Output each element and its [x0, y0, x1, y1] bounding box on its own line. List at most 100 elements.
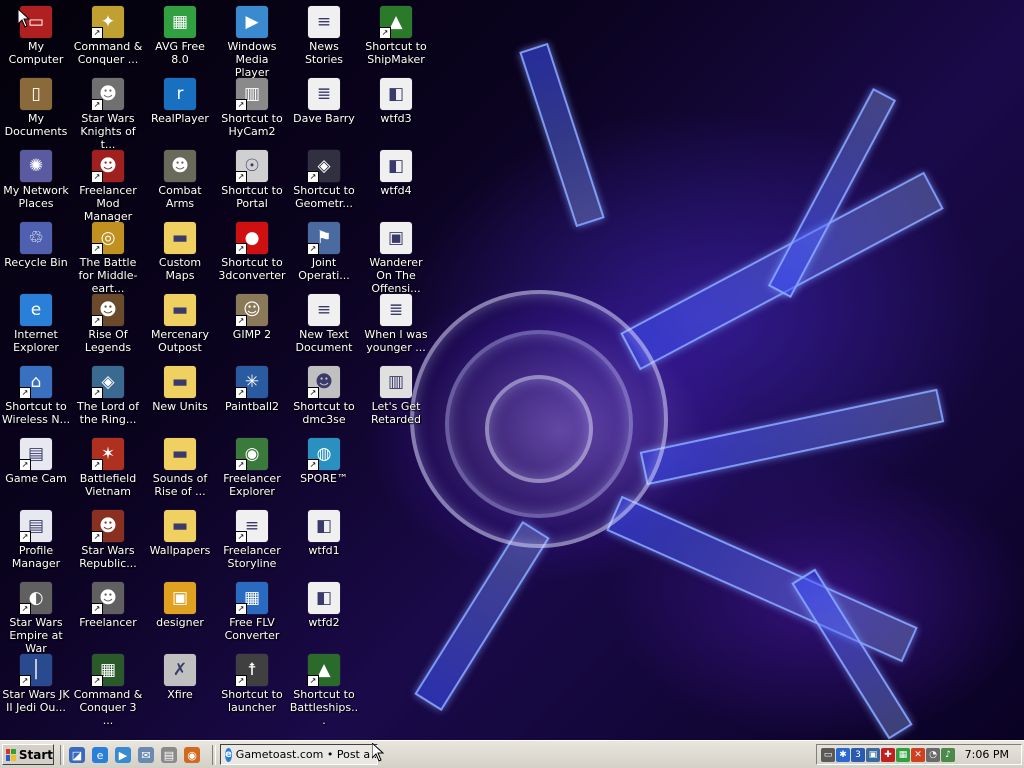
- desktop-icon[interactable]: ☺ ↗ GIMP 2: [216, 292, 288, 364]
- tray-3d-icon[interactable]: 3: [851, 748, 865, 762]
- shortcut-arrow-icon: ↗: [235, 99, 247, 111]
- desktop-icon[interactable]: ≣ Dave Barry: [288, 76, 360, 148]
- icon-glyph: ◧: [387, 84, 405, 104]
- desktop-icon[interactable]: ▤ ↗ Profile Manager: [0, 508, 72, 580]
- desktop-icon[interactable]: ☻ ↗ Star Wars Knights of t...: [72, 76, 144, 151]
- icon-glyph: e: [30, 300, 42, 320]
- desktop-icon[interactable]: ▭ My Computer: [0, 4, 72, 76]
- icon-glyph: ▣: [387, 228, 405, 248]
- desktop-icon[interactable]: ✦ ↗ Command & Conquer ...: [72, 4, 144, 76]
- desktop-icon[interactable]: ▯ My Documents: [0, 76, 72, 148]
- desktop-icon[interactable]: ☻ ↗ Freelancer Mod Manager: [72, 148, 144, 223]
- network-icon[interactable]: ▤: [161, 747, 177, 763]
- desktop-icon[interactable]: ▥ Let's Get Retarded: [360, 364, 432, 436]
- desktop-icon[interactable]: ◧ wtfd3: [360, 76, 432, 148]
- republic-commando-icon: ☻ ↗: [91, 510, 124, 543]
- desktop-icon[interactable]: ▬ Mercenary Outpost: [144, 292, 216, 364]
- mouse-cursor-icon: [18, 9, 30, 28]
- desktop-icon[interactable]: ▬ Custom Maps: [144, 220, 216, 292]
- desktop-icon[interactable]: ▣ designer: [144, 580, 216, 652]
- launcher-icon: ☨ ↗: [235, 654, 268, 687]
- battleships-icon: ▲ ↗: [307, 654, 340, 687]
- desktop-icon[interactable]: ⚑ ↗ Joint Operati...: [288, 220, 360, 292]
- desktop-icon[interactable]: ◈ ↗ The Lord of the Ring...: [72, 364, 144, 436]
- media-player-icon[interactable]: ▶: [115, 747, 131, 763]
- mouse-cursor-icon: [372, 743, 384, 762]
- desktop-icon-label: Freelancer Mod Manager: [79, 184, 137, 223]
- web-document-icon: ◧: [380, 78, 412, 110]
- tray-bluetooth-icon[interactable]: ✱: [836, 748, 850, 762]
- desktop-icon[interactable]: ✺ My Network Places: [0, 148, 72, 220]
- desktop-icon[interactable]: ☨ ↗ Shortcut to launcher: [216, 652, 288, 724]
- desktop-icon[interactable]: ◐ ↗ Star Wars Empire at War: [0, 580, 72, 655]
- desktop-icon[interactable]: ☻ ↗ Shortcut to dmc3se: [288, 364, 360, 436]
- outlook-icon[interactable]: ✉: [138, 747, 154, 763]
- task-button-gametoast[interactable]: e Gametoast.com • Post a ...: [220, 744, 378, 765]
- desktop-icon[interactable]: ● ↗ Shortcut to 3dconverter: [216, 220, 288, 292]
- desktop-icon[interactable]: ☻ ↗ Rise Of Legends: [72, 292, 144, 364]
- desktop-icon[interactable]: ▦ ↗ Free FLV Converter: [216, 580, 288, 652]
- desktop-icon[interactable]: ▤ ↗ Game Cam: [0, 436, 72, 508]
- folder-icon: ▬: [164, 366, 196, 398]
- tray-security-icon[interactable]: ✚: [881, 748, 895, 762]
- clock[interactable]: 7:06 PM: [965, 748, 1009, 761]
- desktop-icon[interactable]: ▣ Wanderer On The Offensi...: [360, 220, 432, 295]
- desktop-icon[interactable]: ▶ Windows Media Player: [216, 4, 288, 79]
- desktop-icon[interactable]: ▬ Sounds of Rise of ...: [144, 436, 216, 508]
- desktop-icon[interactable]: ◧ wtfd1: [288, 508, 360, 580]
- icon-glyph: ≡: [244, 516, 260, 536]
- portal-icon: ☉ ↗: [235, 150, 268, 183]
- star-wars-eaw-icon: ◐ ↗: [19, 582, 52, 615]
- desktop-icon-label: Shortcut to launcher: [221, 688, 283, 714]
- desktop-icon[interactable]: ▬ Wallpapers: [144, 508, 216, 580]
- tray-monitor-icon[interactable]: ▣: [866, 748, 880, 762]
- desktop-icon[interactable]: ▥ ↗ Shortcut to HyCam2: [216, 76, 288, 148]
- desktop-icon[interactable]: ≣ When I was younger ...: [360, 292, 432, 364]
- desktop-icon[interactable]: ✶ ↗ Battlefield Vietnam: [72, 436, 144, 508]
- show-desktop-icon[interactable]: ◪: [69, 747, 85, 763]
- desktop-icon[interactable]: ✗ Xfire: [144, 652, 216, 724]
- tray-avg-icon[interactable]: ▦: [896, 748, 910, 762]
- paintball-icon: ✳ ↗: [235, 366, 268, 399]
- desktop-icon[interactable]: ◈ ↗ Shortcut to Geometr...: [288, 148, 360, 220]
- desktop-icon[interactable]: ◧ wtfd4: [360, 148, 432, 220]
- desktop-icon[interactable]: e Internet Explorer: [0, 292, 72, 364]
- desktop-icon[interactable]: ◍ ↗ SPORE™: [288, 436, 360, 508]
- internet-explorer-icon[interactable]: e: [92, 747, 108, 763]
- shortcut-arrow-icon: ↗: [307, 243, 319, 255]
- desktop-icon[interactable]: │ ↗ Star Wars JK II Jedi Ou...: [0, 652, 72, 724]
- desktop-icon[interactable]: ☻ ↗ Freelancer: [72, 580, 144, 652]
- tray-speaker-icon[interactable]: ♪: [941, 748, 955, 762]
- tray-safely-remove-icon[interactable]: ▭: [821, 748, 835, 762]
- avg-icon: ▦: [164, 6, 196, 38]
- shortcut-arrow-icon: ↗: [91, 603, 103, 615]
- firefox-icon[interactable]: ◉: [184, 747, 200, 763]
- battle-middle-earth-icon: ◎ ↗: [91, 222, 124, 255]
- desktop-icon[interactable]: ◎ ↗ The Battle for Middle-eart...: [72, 220, 144, 295]
- desktop-icon[interactable]: ☻ ↗ Star Wars Republic...: [72, 508, 144, 580]
- tray-volume-icon[interactable]: ◔: [926, 748, 940, 762]
- desktop-icon[interactable]: ◉ ↗ Freelancer Explorer: [216, 436, 288, 508]
- desktop-icon[interactable]: ◧ wtfd2: [288, 580, 360, 652]
- system-tray: ▭ ✱ 3 ▣ ✚ ▦ ✕ ◔ ♪ 7:06 PM: [816, 744, 1022, 765]
- desktop-icon[interactable]: ☻ Combat Arms: [144, 148, 216, 220]
- desktop-icon[interactable]: ≡ ↗ Freelancer Storyline: [216, 508, 288, 580]
- desktop-icon-label: Shortcut to Portal: [221, 184, 283, 210]
- desktop-icon[interactable]: ≡ New Text Document: [288, 292, 360, 364]
- desktop-icon[interactable]: ▲ ↗ Shortcut to Battleships...: [288, 652, 360, 727]
- desktop-icon[interactable]: ▦ ↗ Command & Conquer 3 ...: [72, 652, 144, 727]
- kotor-icon: ☻ ↗: [91, 78, 124, 111]
- shortcut-arrow-icon: ↗: [91, 315, 103, 327]
- start-button[interactable]: Start: [2, 744, 54, 765]
- desktop-icon[interactable]: ♲ Recycle Bin: [0, 220, 72, 292]
- taskbar: Start ◪ e ▶ ✉ ▤ ◉ e Gametoast.com • Post a ..…: [0, 740, 1024, 768]
- desktop-icon[interactable]: r RealPlayer: [144, 76, 216, 148]
- desktop-icon[interactable]: ≡ News Stories: [288, 4, 360, 76]
- desktop-icon[interactable]: ✳ ↗ Paintball2: [216, 364, 288, 436]
- desktop-icon[interactable]: ▬ New Units: [144, 364, 216, 436]
- desktop-icon[interactable]: ☉ ↗ Shortcut to Portal: [216, 148, 288, 220]
- desktop-icon[interactable]: ⌂ ↗ Shortcut to Wireless N...: [0, 364, 72, 436]
- desktop-icon[interactable]: ▦ AVG Free 8.0: [144, 4, 216, 76]
- desktop-icon[interactable]: ▲ ↗ Shortcut to ShipMaker: [360, 4, 432, 76]
- tray-wireless-icon[interactable]: ✕: [911, 748, 925, 762]
